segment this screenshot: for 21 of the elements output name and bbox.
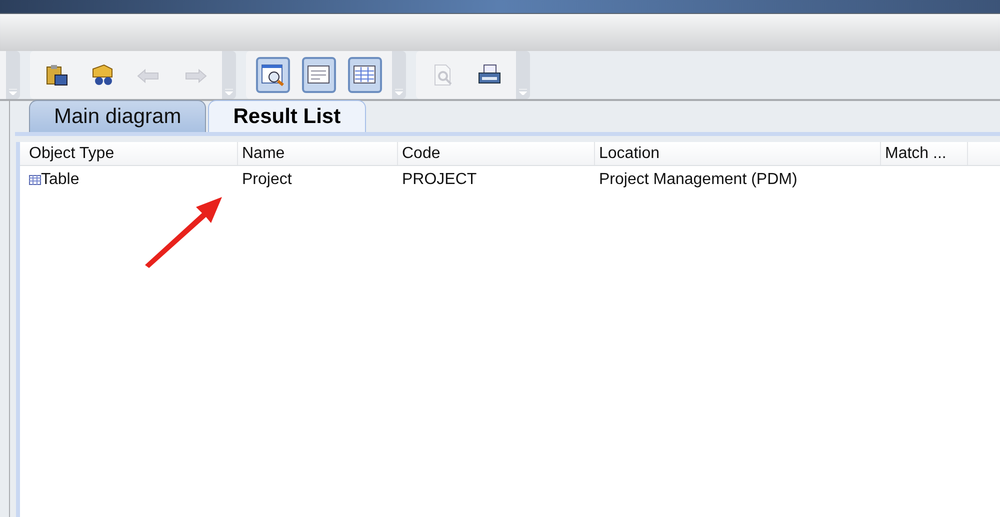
toolbar-button[interactable]	[302, 57, 336, 93]
toolbar-button[interactable]	[256, 57, 290, 93]
tab[interactable]: Result List	[208, 100, 366, 132]
toolbar-button[interactable]	[348, 57, 382, 93]
table-cell-text: PROJECT	[402, 170, 477, 190]
column-header[interactable]: Match ...	[881, 142, 968, 165]
column-header[interactable]: Code	[398, 142, 595, 165]
overflow-icon[interactable]	[395, 89, 403, 95]
overflow-icon[interactable]	[9, 89, 17, 95]
overflow-icon[interactable]	[225, 89, 233, 95]
table-cell-text: Project Management (PDM)	[599, 170, 798, 190]
column-header[interactable]: Name	[238, 142, 398, 165]
table-cell-text: Project	[242, 170, 292, 190]
table-cell-text: Table	[41, 170, 80, 190]
column-header[interactable]: Location	[595, 142, 881, 165]
clipboard-icon	[44, 63, 70, 87]
window-magnifier-icon	[260, 63, 286, 87]
tab[interactable]: Main diagram	[29, 100, 206, 132]
table-icon	[29, 175, 41, 185]
overflow-icon[interactable]	[519, 89, 527, 95]
column-header[interactable]: Object Type	[25, 142, 238, 165]
